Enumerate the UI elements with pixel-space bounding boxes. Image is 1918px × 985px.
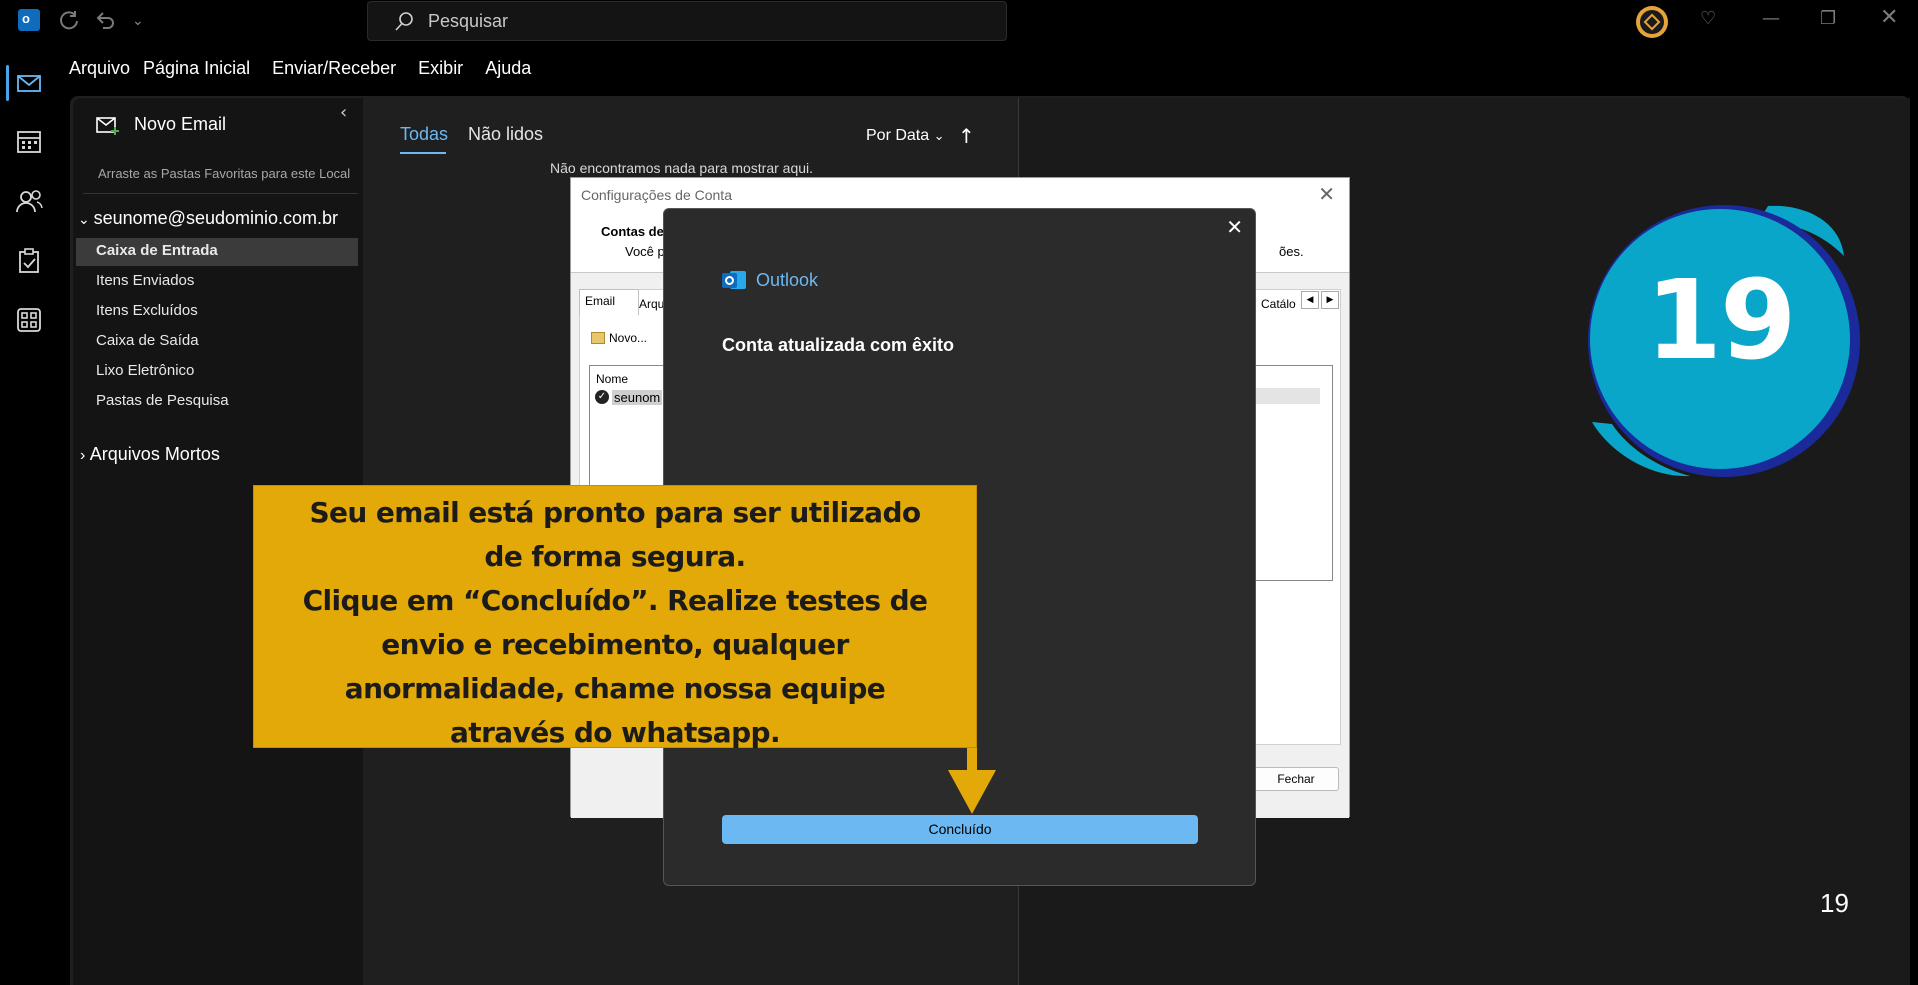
brand-name: Outlook xyxy=(756,269,819,290)
account-label: seunome@seudominio.com.br xyxy=(93,208,339,228)
callout-line: anormalidade, chame nossa equipe xyxy=(344,672,886,705)
divider xyxy=(83,193,358,194)
favorites-hint: Arraste as Pastas Favoritas para este Lo… xyxy=(98,166,351,181)
tab-scroll-left-icon[interactable]: ◀ xyxy=(1301,291,1319,309)
tab-unread[interactable]: Não lidos xyxy=(468,124,543,145)
new-icon xyxy=(591,332,605,344)
page-number: 19 xyxy=(1820,888,1849,918)
sort-direction-icon[interactable]: ↑ xyxy=(958,124,975,148)
tab-scroll-right-icon[interactable]: ▶ xyxy=(1321,291,1339,309)
empty-list-text: Não encontramos nada para mostrar aqui. xyxy=(550,160,814,176)
callout-line: de forma segura. xyxy=(484,540,746,573)
close-window-icon[interactable]: ✕ xyxy=(1880,5,1898,30)
header-title: Contas de xyxy=(601,224,664,239)
dialog-title: Configurações de Conta xyxy=(581,187,732,203)
callout-line: envio e recebimento, qualquer xyxy=(381,628,849,661)
customize-toolbar-icon[interactable]: ⌄ xyxy=(132,11,144,31)
folder-junk[interactable]: Lixo Eletrônico xyxy=(96,362,194,379)
new-mail-button[interactable]: Novo Email xyxy=(96,114,226,135)
account-row[interactable]: seunom xyxy=(612,390,663,405)
chevron-down-icon: ⌄ xyxy=(933,128,945,143)
outlook-logo-icon xyxy=(722,269,746,291)
tab-all-indicator xyxy=(400,152,446,154)
chevron-down-icon: ⌄ xyxy=(78,211,94,227)
tab-all[interactable]: Todas xyxy=(400,124,448,145)
mail-icon[interactable] xyxy=(14,68,44,98)
header-text-end: ões. xyxy=(1279,244,1304,259)
outlook-brand: Outlook xyxy=(722,269,818,291)
search-placeholder: Pesquisar xyxy=(428,11,509,31)
apps-icon[interactable] xyxy=(14,305,44,335)
folder-deleted[interactable]: Itens Excluídos xyxy=(96,302,198,319)
menu-enviar-receber[interactable]: Enviar/Receber xyxy=(264,52,410,90)
lightbulb-icon[interactable]: ♡ xyxy=(1700,8,1716,29)
done-button[interactable]: Concluído xyxy=(722,815,1198,844)
callout-line: Clique em “Concluído”. Realize testes de xyxy=(302,584,928,617)
folder-inbox[interactable]: Caixa de Entrada xyxy=(96,242,218,259)
close-icon[interactable]: ✕ xyxy=(1226,215,1243,239)
search-icon xyxy=(395,12,413,31)
calendar-icon[interactable] xyxy=(14,126,44,156)
sort-dropdown[interactable]: Por Data ⌄ xyxy=(866,127,945,145)
instruction-callout: Seu email está pronto para ser utilizado… xyxy=(253,485,977,749)
default-check-icon: ✓ xyxy=(595,390,609,404)
success-message: Conta atualizada com êxito xyxy=(722,335,955,355)
tab-catalog[interactable]: Catálo xyxy=(1261,297,1296,311)
undo-icon[interactable] xyxy=(94,9,116,31)
menu-bar: Arquivo Página Inicial Enviar/Receber Ex… xyxy=(60,52,540,90)
callout-line: Seu email está pronto para ser utilizado xyxy=(309,496,921,529)
account-header[interactable]: ⌄ seunome@seudominio.com.br xyxy=(78,208,338,229)
selected-row-highlight xyxy=(1250,388,1320,404)
outlook-app-icon: o xyxy=(18,9,40,31)
step-number: 19 xyxy=(1645,256,1796,384)
archive-label: Arquivos Mortos xyxy=(89,444,220,464)
chevron-right-icon: › xyxy=(80,447,90,464)
sync-icon[interactable] xyxy=(58,9,80,31)
menu-exibir[interactable]: Exibir xyxy=(410,52,477,90)
menu-pagina-inicial[interactable]: Página Inicial xyxy=(139,52,264,90)
sort-label: Por Data xyxy=(866,127,930,144)
folder-outbox[interactable]: Caixa de Saída xyxy=(96,332,199,349)
folder-search[interactable]: Pastas de Pesquisa xyxy=(96,392,229,409)
people-icon[interactable] xyxy=(14,186,44,216)
menu-ajuda[interactable]: Ajuda xyxy=(477,52,540,90)
callout-line: através do whatsapp. xyxy=(449,716,781,749)
tasks-icon[interactable] xyxy=(14,246,44,276)
app-rail xyxy=(0,50,60,985)
tab-email[interactable]: Email xyxy=(579,289,639,315)
collapse-pane-icon[interactable]: ‹ xyxy=(340,102,347,123)
new-account-button[interactable]: Novo... xyxy=(591,331,647,345)
header-text: Você p xyxy=(625,244,665,259)
minimize-icon[interactable]: — xyxy=(1762,8,1780,29)
rail-active-indicator xyxy=(6,65,9,101)
menu-arquivo[interactable]: Arquivo xyxy=(60,52,139,90)
callout-text: Seu email está pronto para ser utilizado… xyxy=(254,491,976,755)
new-mail-label: Novo Email xyxy=(134,114,227,134)
column-header-name: Nome xyxy=(596,372,629,386)
callout-arrow-icon xyxy=(948,748,996,814)
folder-sent[interactable]: Itens Enviados xyxy=(96,272,194,289)
close-button[interactable]: Fechar xyxy=(1253,767,1339,791)
profile-avatar[interactable] xyxy=(1636,6,1668,38)
restore-icon[interactable]: ❐ xyxy=(1820,8,1836,29)
archive-folder[interactable]: › Arquivos Mortos xyxy=(80,444,220,465)
title-bar: o ⌄ Pesquisar ♡ — ❐ ✕ xyxy=(0,0,1918,42)
search-box[interactable]: Pesquisar xyxy=(367,1,1007,41)
close-icon[interactable]: ✕ xyxy=(1318,182,1335,206)
new-mail-icon xyxy=(96,116,119,135)
tab-files[interactable]: Arqu xyxy=(639,297,664,311)
